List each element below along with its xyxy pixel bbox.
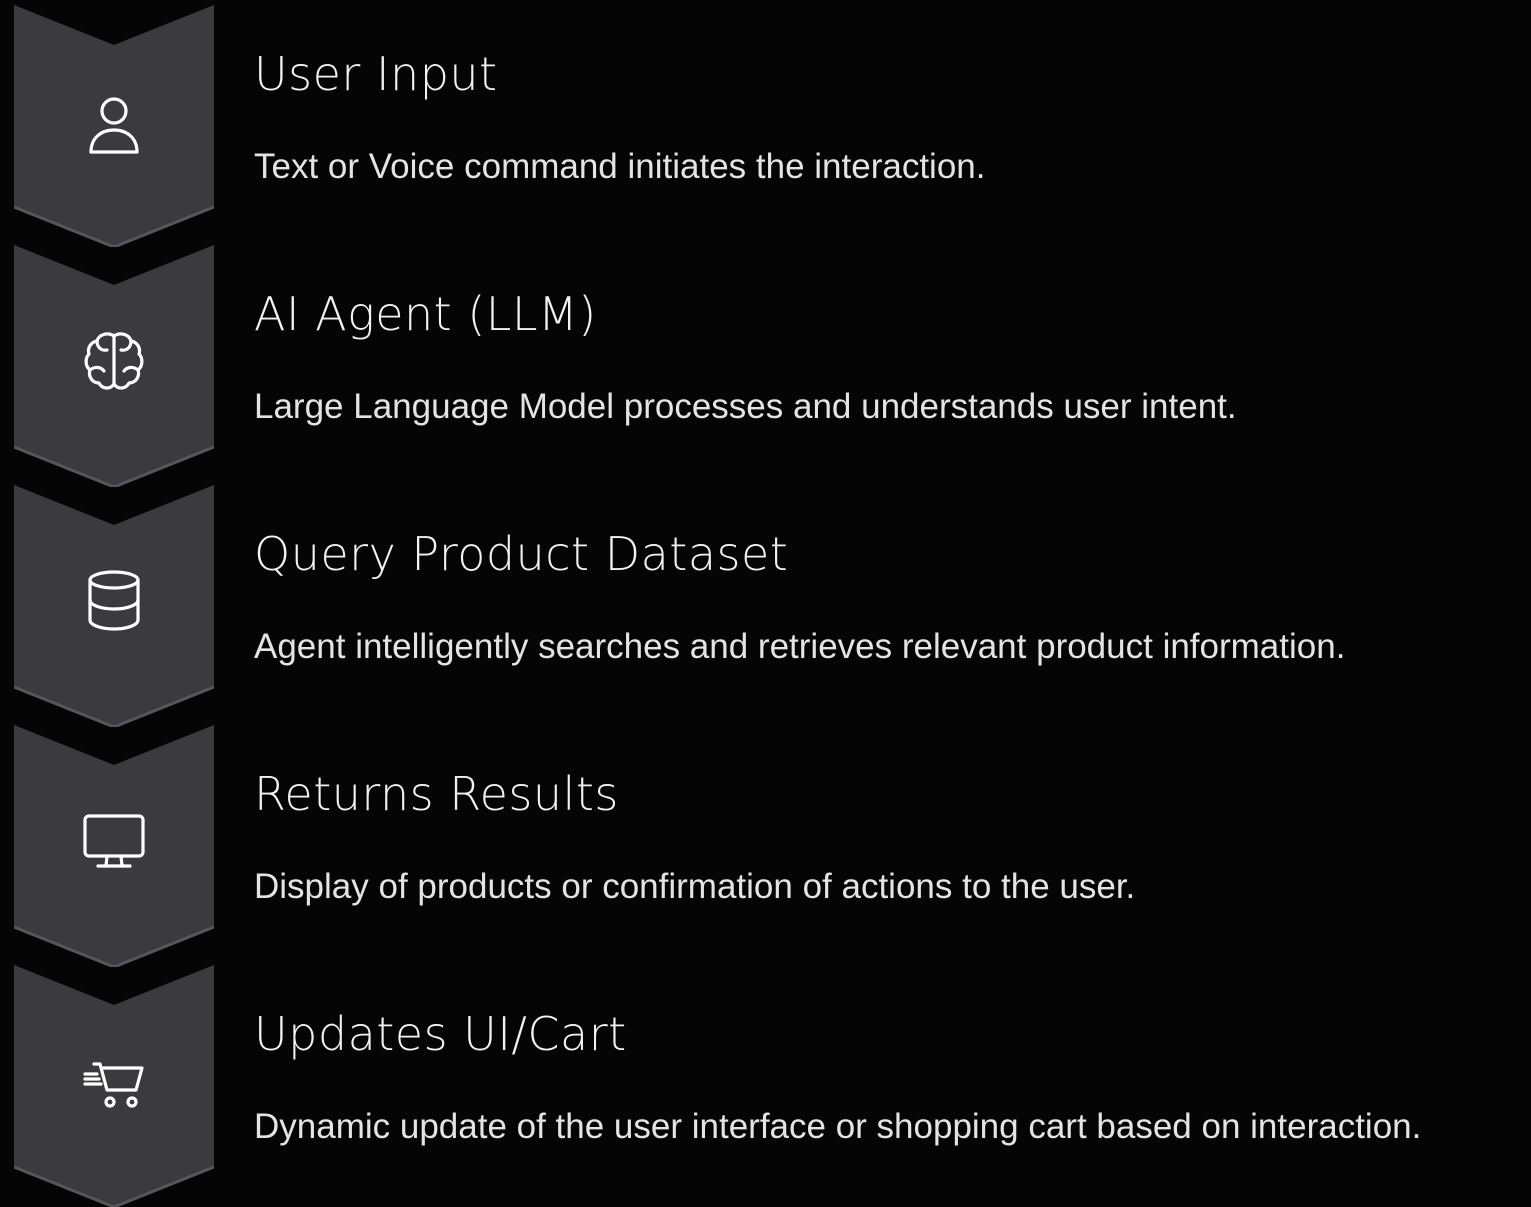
flow-step-updates-cart: Updates UI/Cart Dynamic update of the us… <box>0 960 1531 1207</box>
flow-step-user-input: User Input Text or Voice command initiat… <box>0 0 1531 247</box>
flow-step-returns-results: Returns Results Display of products or c… <box>0 720 1531 967</box>
step-title: User Input <box>254 47 498 101</box>
step-title: Updates UI/Cart <box>254 1007 627 1061</box>
step-title: AI Agent (LLM) <box>254 287 597 341</box>
step-description: Dynamic update of the user interface or … <box>254 1107 1422 1146</box>
shopping-cart-icon <box>80 1046 148 1114</box>
step-description: Large Language Model processes and under… <box>254 387 1237 426</box>
step-title: Query Product Dataset <box>254 527 789 581</box>
flow-step-query-dataset: Query Product Dataset Agent intelligentl… <box>0 480 1531 727</box>
database-icon <box>80 566 148 634</box>
user-icon <box>80 86 148 154</box>
step-description: Agent intelligently searches and retriev… <box>254 627 1346 666</box>
flow-step-ai-agent: AI Agent (LLM) Large Language Model proc… <box>0 240 1531 487</box>
monitor-icon <box>80 806 148 874</box>
step-description: Text or Voice command initiates the inte… <box>254 147 986 186</box>
brain-icon <box>80 326 148 394</box>
step-title: Returns Results <box>254 767 619 821</box>
step-description: Display of products or confirmation of a… <box>254 867 1136 906</box>
